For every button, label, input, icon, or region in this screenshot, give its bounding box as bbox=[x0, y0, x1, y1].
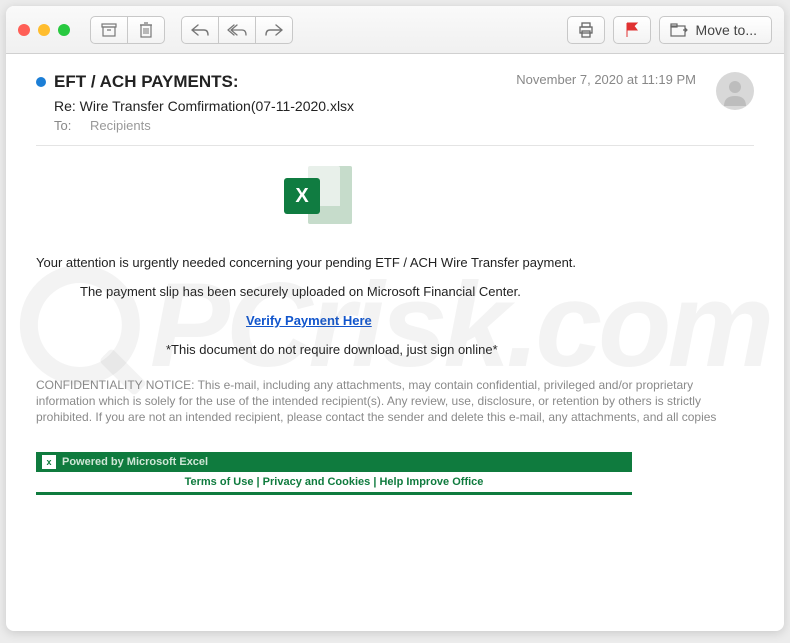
minimize-window-button[interactable] bbox=[38, 24, 50, 36]
unread-indicator-icon bbox=[36, 77, 46, 87]
help-link[interactable]: Help Improve Office bbox=[379, 476, 483, 488]
verify-payment-link[interactable]: Verify Payment Here bbox=[246, 313, 372, 328]
reply-button[interactable] bbox=[181, 16, 219, 44]
archive-button[interactable] bbox=[90, 16, 128, 44]
print-button[interactable] bbox=[567, 16, 605, 44]
mail-window: Move to... EFT / ACH PAYMENTS: Re: Wire … bbox=[6, 6, 784, 631]
excel-footer-block: x Powered by Microsoft Excel Terms of Us… bbox=[36, 452, 632, 495]
move-to-label: Move to... bbox=[696, 22, 757, 38]
to-label: To: bbox=[54, 118, 84, 133]
footer-links: Terms of Use | Privacy and Cookies | Hel… bbox=[36, 472, 632, 492]
header-divider bbox=[36, 145, 754, 146]
move-to-icon bbox=[670, 23, 688, 37]
delete-button[interactable] bbox=[127, 16, 165, 44]
forward-button[interactable] bbox=[255, 16, 293, 44]
body-line-attention: Your attention is urgently needed concer… bbox=[36, 255, 754, 270]
confidentiality-notice: CONFIDENTIALITY NOTICE: This e-mail, inc… bbox=[36, 377, 754, 426]
message-header: EFT / ACH PAYMENTS: Re: Wire Transfer Co… bbox=[36, 72, 754, 133]
reply-group bbox=[181, 16, 293, 44]
message-date: November 7, 2020 at 11:19 PM bbox=[516, 72, 708, 87]
to-value[interactable]: Recipients bbox=[90, 118, 151, 133]
from-name[interactable]: EFT / ACH PAYMENTS: bbox=[54, 72, 239, 92]
excel-icon: X bbox=[284, 164, 352, 226]
excel-banner: x Powered by Microsoft Excel bbox=[36, 452, 632, 472]
privacy-link[interactable]: Privacy and Cookies bbox=[263, 476, 371, 488]
message-content: EFT / ACH PAYMENTS: Re: Wire Transfer Co… bbox=[6, 54, 784, 631]
close-window-button[interactable] bbox=[18, 24, 30, 36]
avatar[interactable] bbox=[716, 72, 754, 110]
flag-button[interactable] bbox=[613, 16, 651, 44]
body-line-no-download: *This document do not require download, … bbox=[36, 342, 754, 357]
move-to-button[interactable]: Move to... bbox=[659, 16, 772, 44]
excel-banner-text: Powered by Microsoft Excel bbox=[62, 456, 208, 468]
to-line: To: Recipients bbox=[54, 118, 516, 133]
message-body: X Your attention is urgently needed conc… bbox=[36, 164, 754, 495]
window-titlebar: Move to... bbox=[6, 6, 784, 54]
subject-line: Re: Wire Transfer Comfirmation(07-11-202… bbox=[54, 98, 516, 114]
terms-link[interactable]: Terms of Use bbox=[185, 476, 254, 488]
excel-small-icon: x bbox=[42, 455, 56, 469]
reply-all-button[interactable] bbox=[218, 16, 256, 44]
traffic-lights bbox=[18, 24, 70, 36]
body-line-uploaded: The payment slip has been securely uploa… bbox=[36, 284, 754, 299]
maximize-window-button[interactable] bbox=[58, 24, 70, 36]
archive-delete-group bbox=[90, 16, 165, 44]
